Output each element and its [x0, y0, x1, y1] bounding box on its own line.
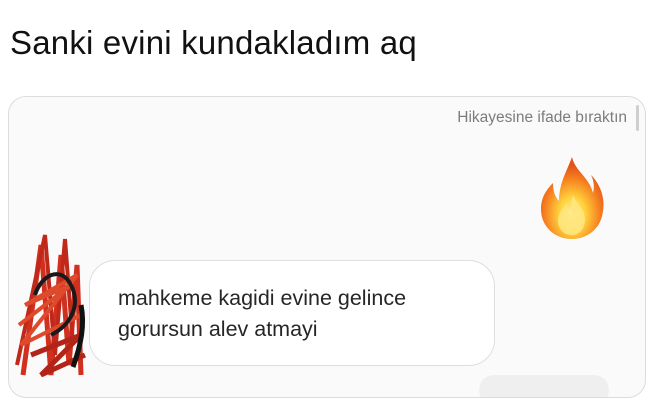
message-line-1: mahkeme kagidi evine gelince [118, 286, 407, 310]
message-line-2: gorursun alev atmayi [118, 317, 318, 341]
post-caption: Sanki evini kundakladım aq [10, 24, 417, 61]
story-reaction-label: Hikayesine ifade bıraktın [457, 109, 627, 126]
fire-icon [541, 157, 604, 239]
scrollbar [636, 105, 639, 131]
dm-screenshot: Hikayesine ifade bıraktın mahkeme kagidi… [8, 96, 646, 398]
incoming-message-bubble[interactable]: mahkeme kagidi evine gelince gorursun al… [89, 260, 495, 366]
partial-message-bubble [479, 375, 609, 397]
scribbled-avatar-icon [15, 234, 87, 378]
